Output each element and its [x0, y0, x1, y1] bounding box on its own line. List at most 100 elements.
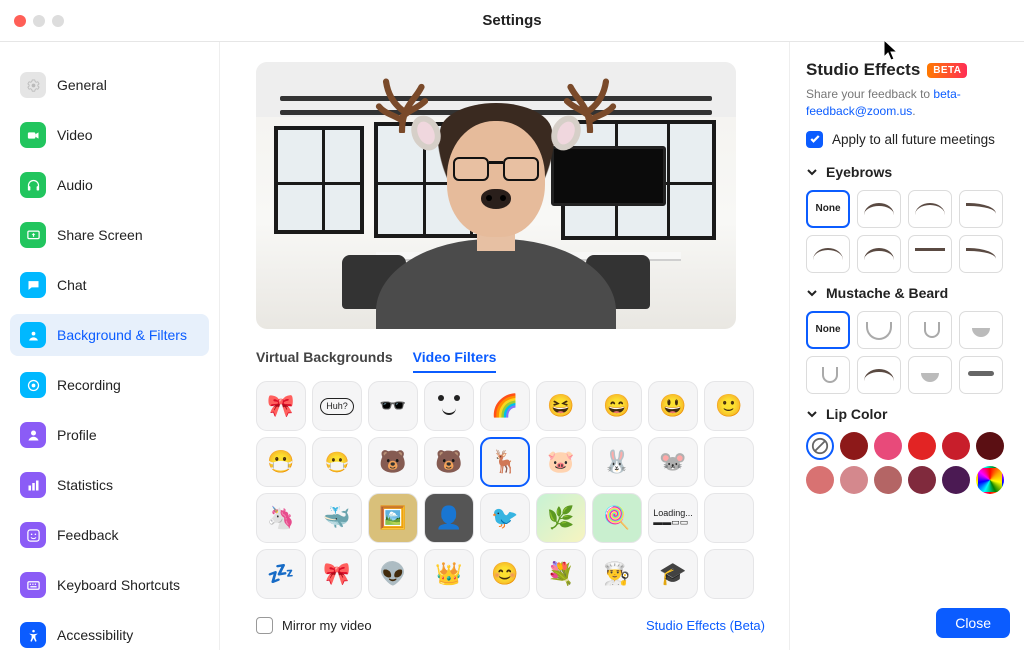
eyebrow-option[interactable] [908, 235, 952, 273]
eyebrow-option[interactable] [959, 190, 1003, 228]
lip-color-swatch[interactable] [908, 466, 936, 494]
tab-virtual-backgrounds[interactable]: Virtual Backgrounds [256, 343, 393, 373]
filter-tile[interactable]: 🎓 [648, 549, 698, 599]
beard-option-none[interactable]: None [806, 311, 850, 349]
sidebar-item-chat[interactable]: Chat [10, 264, 209, 306]
lip-color-none[interactable] [806, 432, 834, 460]
lip-color-grid [806, 432, 1010, 494]
filter-tile[interactable]: 🕶️ [368, 381, 418, 431]
filter-tile[interactable]: 😊 [480, 549, 530, 599]
sidebar-item-audio[interactable]: Audio [10, 164, 209, 206]
apply-all-checkbox[interactable]: Apply to all future meetings [806, 131, 1010, 148]
beard-option[interactable] [806, 356, 850, 394]
filter-tile[interactable]: 🙂 [704, 381, 754, 431]
eyebrow-option-none[interactable]: None [806, 190, 850, 228]
lip-color-swatch[interactable] [874, 466, 902, 494]
close-button[interactable]: Close [936, 608, 1010, 638]
filter-tile[interactable]: 🐳 [312, 493, 362, 543]
filter-tile[interactable]: 🎀 [256, 381, 306, 431]
filter-tile[interactable]: 👑 [424, 549, 474, 599]
feedback-text: Share your feedback to beta-feedback@zoo… [806, 86, 1010, 121]
sidebar-item-profile[interactable]: Profile [10, 414, 209, 456]
filter-tile[interactable]: 🦄 [256, 493, 306, 543]
section-title: Mustache & Beard [826, 285, 948, 301]
filter-tile[interactable]: 🐻 [424, 437, 474, 487]
filter-tile[interactable]: 👽 [368, 549, 418, 599]
filter-tile[interactable]: 🌈 [480, 381, 530, 431]
mirror-video-checkbox[interactable]: Mirror my video [256, 617, 372, 634]
lip-color-swatch[interactable] [874, 432, 902, 460]
beard-option[interactable] [908, 356, 952, 394]
filter-tile[interactable]: 🐷 [536, 437, 586, 487]
titlebar: Settings [0, 0, 1024, 42]
filter-tile[interactable] [704, 549, 754, 599]
lip-color-swatch[interactable] [908, 432, 936, 460]
close-window-icon[interactable] [14, 15, 26, 27]
record-icon [20, 372, 46, 398]
filter-tile[interactable]: 🍭 [592, 493, 642, 543]
filter-tile[interactable]: 🐰 [592, 437, 642, 487]
sidebar-item-label: Feedback [57, 527, 118, 543]
filter-tile[interactable]: 🌿 [536, 493, 586, 543]
filter-tile[interactable]: 💐 [536, 549, 586, 599]
eyebrow-option[interactable] [908, 190, 952, 228]
eyebrow-option[interactable] [857, 235, 901, 273]
beard-option[interactable] [857, 356, 901, 394]
filter-tile[interactable] [704, 437, 754, 487]
lip-color-swatch[interactable] [840, 432, 868, 460]
filter-tile[interactable]: 🐭 [648, 437, 698, 487]
filter-tile[interactable]: 🐻 [368, 437, 418, 487]
beard-option[interactable] [959, 356, 1003, 394]
filter-tile[interactable]: 🐦 [480, 493, 530, 543]
filter-tile[interactable]: 😷 [312, 437, 362, 487]
sidebar-item-video[interactable]: Video [10, 114, 209, 156]
beard-option[interactable] [959, 311, 1003, 349]
lip-color-swatch[interactable] [806, 466, 834, 494]
filter-tile[interactable]: 😄 [592, 381, 642, 431]
sidebar-item-statistics[interactable]: Statistics [10, 464, 209, 506]
filter-tile[interactable]: 👤 [424, 493, 474, 543]
beard-option[interactable] [908, 311, 952, 349]
lip-color-swatch[interactable] [840, 466, 868, 494]
filter-tile[interactable]: 😷 [256, 437, 306, 487]
checkbox-checked-icon [806, 131, 823, 148]
sidebar-item-label: Accessibility [57, 627, 133, 643]
filter-tile[interactable]: 😃 [648, 381, 698, 431]
filter-tile[interactable] [704, 493, 754, 543]
sidebar-item-label: Statistics [57, 477, 113, 493]
minimize-window-icon[interactable] [33, 15, 45, 27]
filter-tile[interactable]: 👨‍🍳 [592, 549, 642, 599]
filter-tile[interactable]: 🖼️ [368, 493, 418, 543]
studio-effects-link[interactable]: Studio Effects (Beta) [646, 618, 765, 633]
section-toggle-mustache-beard[interactable]: Mustache & Beard [806, 285, 1010, 301]
profile-icon [20, 422, 46, 448]
filter-tile[interactable]: 😆 [536, 381, 586, 431]
sidebar-item-feedback[interactable]: Feedback [10, 514, 209, 556]
beard-option[interactable] [857, 311, 901, 349]
sidebar-item-share-screen[interactable]: Share Screen [10, 214, 209, 256]
window-controls[interactable] [14, 15, 64, 27]
eyebrow-option[interactable] [806, 235, 850, 273]
beta-badge: BETA [927, 63, 967, 78]
filter-tile[interactable]: 💤 [256, 549, 306, 599]
lip-color-swatch[interactable] [942, 432, 970, 460]
lip-color-custom[interactable] [976, 466, 1004, 494]
sidebar-item-general[interactable]: General [10, 64, 209, 106]
filter-tile-reindeer[interactable]: 🦌 [480, 437, 530, 487]
eyebrow-option[interactable] [959, 235, 1003, 273]
sidebar-item-keyboard-shortcuts[interactable]: Keyboard Shortcuts [10, 564, 209, 606]
filter-tile[interactable]: Loading...▬▬▭▭ [648, 493, 698, 543]
chevron-down-icon [806, 166, 818, 178]
sidebar-item-recording[interactable]: Recording [10, 364, 209, 406]
tab-video-filters[interactable]: Video Filters [413, 343, 497, 373]
filter-tile[interactable] [424, 381, 474, 431]
filter-tile[interactable]: 🎀 [312, 549, 362, 599]
section-toggle-lip-color[interactable]: Lip Color [806, 406, 1010, 422]
lip-color-swatch[interactable] [976, 432, 1004, 460]
lip-color-swatch[interactable] [942, 466, 970, 494]
section-toggle-eyebrows[interactable]: Eyebrows [806, 164, 1010, 180]
filter-tile[interactable]: Huh? [312, 381, 362, 431]
eyebrow-option[interactable] [857, 190, 901, 228]
maximize-window-icon[interactable] [52, 15, 64, 27]
sidebar-item-background-filters[interactable]: Background & Filters [10, 314, 209, 356]
